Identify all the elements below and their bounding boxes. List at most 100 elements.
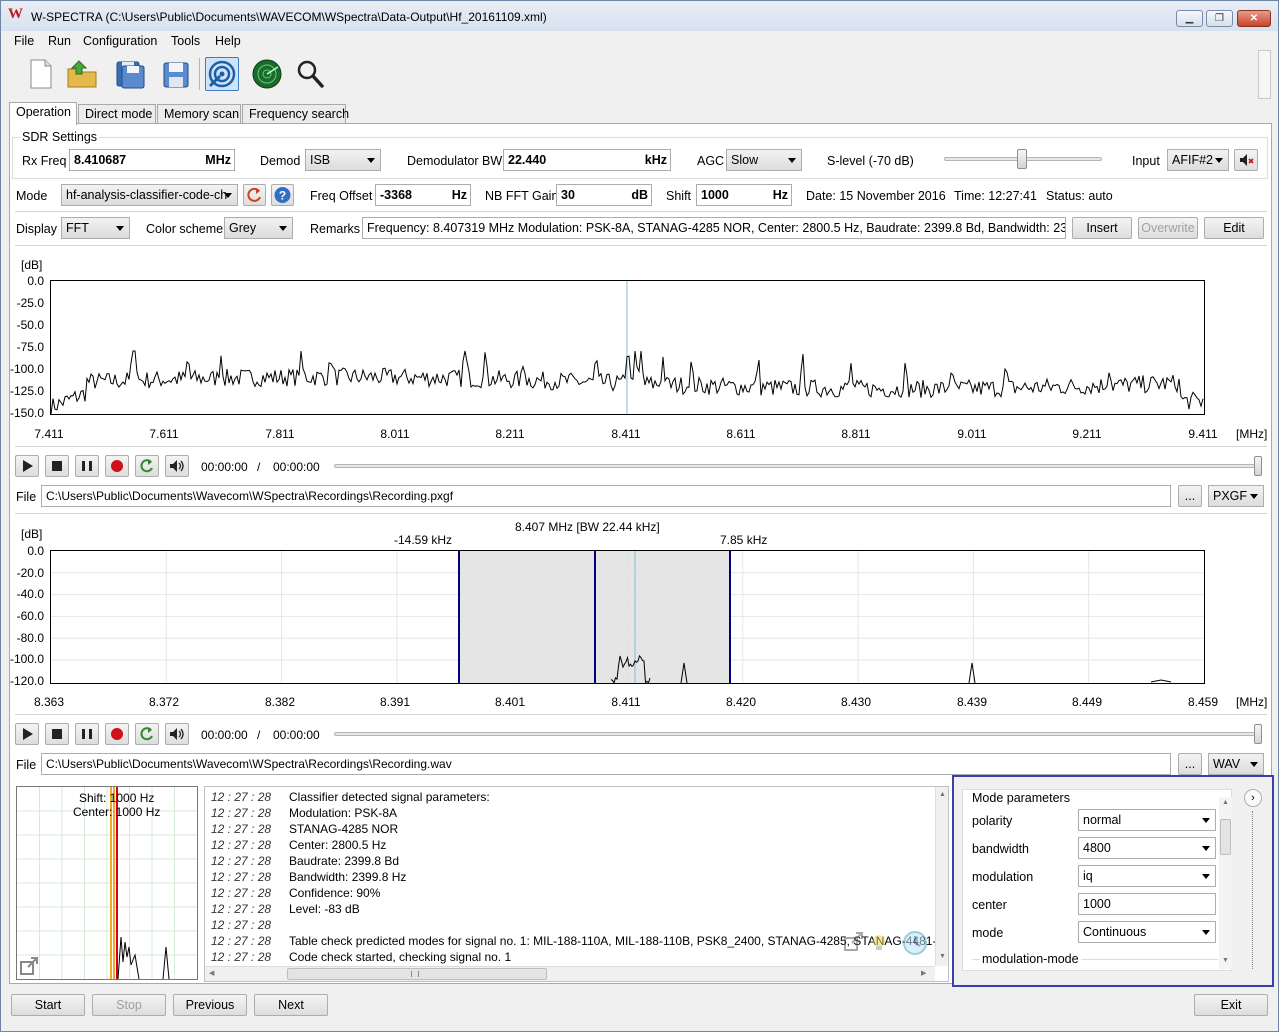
play-button[interactable] — [15, 455, 39, 477]
mode-select[interactable]: hf-analysis-classifier-code-ch — [61, 184, 238, 206]
volume-button[interactable] — [165, 455, 189, 477]
previous-button[interactable]: Previous — [173, 994, 247, 1016]
nb-fft-gain-input[interactable]: 30 dB — [556, 184, 652, 206]
pause-button[interactable] — [75, 455, 99, 477]
freq-offset-input[interactable]: -3368 Hz — [375, 184, 471, 206]
mini-spectrum-plot[interactable]: Shift: 1000 Hz Center: 1000 Hz — [16, 786, 198, 980]
scroll-down-icon[interactable]: ▼ — [1222, 957, 1229, 964]
chevron-right-icon[interactable]: › — [1244, 789, 1262, 807]
playback-position: 00:00:00 — [201, 728, 248, 742]
reload-mode-button[interactable] — [243, 184, 266, 206]
volume-button[interactable] — [165, 723, 189, 745]
playback-slider-thumb[interactable] — [1254, 456, 1262, 476]
scroll-down-icon[interactable]: ▼ — [939, 953, 946, 960]
demod-bw-input[interactable]: 22.440 kHz — [503, 149, 671, 171]
scroll-thumb[interactable] — [1220, 819, 1231, 855]
polarity-select[interactable]: normal — [1078, 809, 1216, 831]
y-tick-label: -50.0 — [16, 318, 44, 332]
menu-file[interactable]: File — [14, 34, 34, 48]
start-button[interactable]: Start — [11, 994, 85, 1016]
log-time: 12 : 27 : 28 — [211, 870, 272, 884]
file-label: File — [16, 758, 37, 772]
color-scheme-select[interactable]: Grey — [224, 217, 293, 239]
next-button[interactable]: Next — [254, 994, 328, 1016]
audio-format-select[interactable]: WAV — [1208, 753, 1264, 775]
demod-value: ISB — [310, 153, 331, 167]
mute-button[interactable] — [1234, 149, 1258, 171]
menu-help[interactable]: Help — [215, 34, 241, 48]
scroll-left-icon[interactable]: ◀ — [209, 969, 214, 977]
menu-tools[interactable]: Tools — [171, 34, 200, 48]
tab-operation[interactable]: Operation — [9, 102, 77, 125]
close-button[interactable]: ✕ — [1237, 10, 1271, 27]
scroll-thumb[interactable] — [287, 968, 547, 980]
playback-slider-track[interactable] — [334, 464, 1258, 468]
modulation-select[interactable]: iq — [1078, 865, 1216, 887]
remarks-input[interactable]: Frequency: 8.407319 MHz Modulation: PSK-… — [362, 217, 1066, 239]
classifier-log[interactable]: 12 : 27 : 28 Classifier detected signal p… — [204, 786, 949, 982]
open-folder-icon[interactable] — [65, 57, 99, 91]
splitter-line[interactable] — [1252, 811, 1253, 969]
wide-spectrum-plot[interactable] — [50, 280, 1205, 415]
refresh-icon — [247, 187, 261, 202]
save-icon[interactable] — [159, 57, 193, 91]
minimize-button[interactable]: ▁ — [1176, 10, 1203, 27]
rx-freq-input[interactable]: 8.410687 MHz — [69, 149, 235, 171]
magnifier-icon[interactable] — [293, 57, 327, 91]
s-level-slider-thumb[interactable] — [1017, 149, 1027, 169]
record-button[interactable] — [105, 723, 129, 745]
loop-button[interactable] — [135, 455, 159, 477]
toolbar-scrollbar[interactable] — [1258, 50, 1271, 99]
scroll-right-icon[interactable]: ▶ — [921, 969, 926, 977]
zoom-spectrum-plot[interactable] — [50, 550, 1205, 685]
mode-parameters-scrollbar[interactable]: ▲ ▼ — [1219, 797, 1232, 969]
pause-button[interactable] — [75, 723, 99, 745]
scroll-up-icon[interactable]: ▲ — [939, 791, 946, 798]
y-tick-label: -20.0 — [16, 566, 44, 580]
popout-icon[interactable] — [843, 931, 865, 953]
recording-file-input[interactable]: C:\Users\Public\Documents\Wavecom\WSpect… — [41, 485, 1171, 507]
stop-button[interactable] — [45, 455, 69, 477]
log-horizontal-scrollbar[interactable]: ◀ ▶ — [205, 966, 935, 981]
display-select[interactable]: FFT — [61, 217, 130, 239]
browse-button[interactable]: ... — [1178, 485, 1202, 507]
playback-slider-thumb[interactable] — [1254, 724, 1262, 744]
log-vertical-scrollbar[interactable]: ▲ ▼ — [935, 787, 948, 966]
scan-target-icon[interactable] — [205, 57, 239, 91]
input-select[interactable]: AFIF#2 — [1167, 149, 1229, 171]
menu-configuration[interactable]: Configuration — [83, 34, 157, 48]
shift-input[interactable]: 1000 Hz — [696, 184, 792, 206]
menu-run[interactable]: Run — [48, 34, 71, 48]
lightbulb-icon[interactable] — [870, 933, 888, 951]
tab-direct-mode[interactable]: Direct mode — [78, 104, 156, 124]
scroll-up-icon[interactable]: ▲ — [1222, 799, 1229, 806]
popout-icon[interactable] — [20, 957, 40, 975]
new-document-icon[interactable] — [23, 57, 57, 91]
center-input[interactable]: 1000 — [1078, 893, 1216, 915]
exit-button[interactable]: Exit — [1194, 994, 1268, 1016]
mode-help-button[interactable]: ? — [271, 184, 294, 206]
agc-select[interactable]: Slow — [726, 149, 802, 171]
recording-file-input[interactable]: C:\Users\Public\Documents\Wavecom\WSpect… — [41, 753, 1171, 775]
insert-button[interactable]: Insert — [1072, 217, 1132, 239]
mode-param-select[interactable]: Continuous — [1078, 921, 1216, 943]
tab-memory-scan[interactable]: Memory scan — [157, 104, 241, 124]
playback-slider-track[interactable] — [334, 732, 1258, 736]
bandwidth-select[interactable]: 4800 — [1078, 837, 1216, 859]
loop-button[interactable] — [135, 723, 159, 745]
clock-icon[interactable] — [902, 930, 928, 956]
time-separator: / — [257, 460, 261, 474]
edit-button[interactable]: Edit — [1204, 217, 1264, 239]
overwrite-button[interactable]: Overwrite — [1138, 217, 1198, 239]
stop-button[interactable]: Stop — [92, 994, 166, 1016]
radar-icon[interactable] — [250, 57, 284, 91]
maximize-button[interactable]: ❐ — [1206, 10, 1233, 27]
record-button[interactable] — [105, 455, 129, 477]
save-all-icon[interactable] — [113, 57, 147, 91]
demod-select[interactable]: ISB — [305, 149, 381, 171]
stop-button[interactable] — [45, 723, 69, 745]
browse-button[interactable]: ... — [1178, 753, 1202, 775]
tab-frequency-search[interactable]: Frequency search — [242, 104, 349, 124]
play-button[interactable] — [15, 723, 39, 745]
recording-format-select[interactable]: PXGF — [1208, 485, 1264, 507]
